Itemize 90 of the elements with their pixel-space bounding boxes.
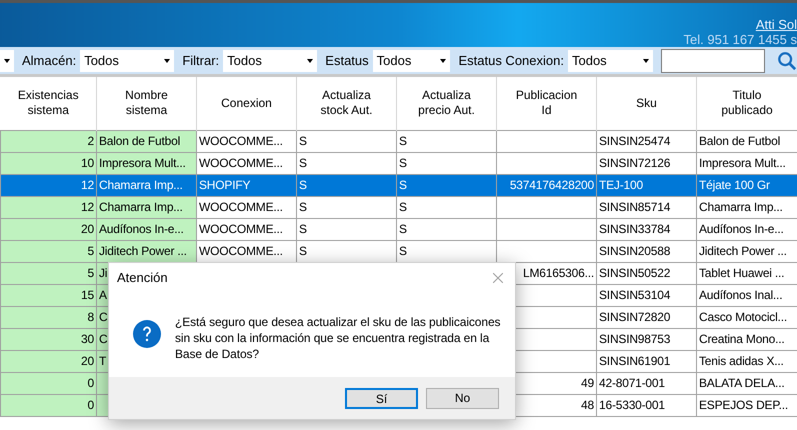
column-header[interactable]: Nombre sistema — [96, 77, 196, 130]
table-row[interactable]: 12 Chamarra Imp... SHOPIFY S S 5374176428200 TEJ-100 Téjate 100 Gr — [0, 174, 797, 196]
table-cell: Chamarra Imp... — [96, 196, 196, 218]
table-cell: S — [396, 152, 496, 174]
column-header[interactable]: Actualiza stock Aut. — [296, 77, 396, 130]
table-cell: 10 — [0, 152, 96, 174]
table-cell: Téjate 100 Gr — [696, 174, 797, 196]
caret-icon — [307, 58, 314, 62]
caret-icon — [4, 58, 10, 62]
dropdown[interactable]: Todos — [568, 50, 654, 72]
table-cell: 5 — [0, 262, 96, 284]
table-cell: Balon de Futbol — [696, 130, 797, 152]
table-cell: S — [396, 174, 496, 196]
table-cell: 20 — [0, 350, 96, 372]
filter-label: Estatus Conexion: — [458, 52, 564, 70]
column-header[interactable]: Conexion — [196, 77, 296, 130]
table-cell: 5374176428200 — [496, 174, 596, 196]
table-cell: Balon de Futbol — [96, 130, 196, 152]
dropdown-value: Todos — [84, 52, 119, 70]
table-cell: TEJ-100 — [596, 174, 696, 196]
table-row[interactable]: 12 Chamarra Imp... WOOCOMME... S S SINSIN85714 Chamarra Imp... — [0, 196, 797, 218]
table-cell: WOOCOMME... — [196, 218, 296, 240]
column-header[interactable]: Existencias sistema — [0, 77, 96, 130]
company-link[interactable]: Atti Sol — [756, 17, 797, 32]
column-header[interactable]: Actualiza precio Aut. — [396, 77, 496, 130]
table-cell: S — [296, 130, 396, 152]
table-cell: SINSIN50522 — [596, 262, 696, 284]
table-cell: SHOPIFY — [196, 174, 296, 196]
table-cell: Chamarra Imp... — [96, 174, 196, 196]
filter-label: Estatus — [325, 52, 369, 70]
table-cell: 8 — [0, 306, 96, 328]
dropdown-value: Todos — [227, 52, 262, 70]
table-cell: 30 — [0, 328, 96, 350]
dialog-button[interactable]: Sí — [345, 388, 418, 408]
question-icon — [133, 320, 161, 348]
filter-label: Filtrar: — [182, 52, 220, 70]
filter-label: Almacén: — [22, 52, 76, 70]
dropdown[interactable]: Todos — [223, 50, 318, 72]
caret-icon — [643, 58, 650, 62]
table-cell: S — [396, 196, 496, 218]
table-cell: WOOCOMME... — [196, 196, 296, 218]
table-cell: 12 — [0, 174, 96, 196]
table-cell: 20 — [0, 218, 96, 240]
table-cell: S — [296, 196, 396, 218]
table-cell: Impresora Mult... — [96, 152, 196, 174]
table-row[interactable]: 5 Jiditech Power ... WOOCOMME... S S SINSIN20588 Jiditech Power ... — [0, 240, 797, 262]
dropdown-value: Todos — [572, 52, 607, 70]
table-cell: SINSIN20588 — [596, 240, 696, 262]
table-cell: 0 — [0, 372, 96, 394]
table-cell: S — [396, 218, 496, 240]
caret-icon — [440, 58, 446, 62]
table-cell: SINSIN25474 — [596, 130, 696, 152]
table-cell: Audífonos In-e... — [96, 218, 196, 240]
dialog-button[interactable]: No — [426, 388, 499, 408]
phone-text: Tel. 951 167 1455 s — [684, 32, 797, 47]
column-header[interactable]: Publicacion Id — [496, 77, 596, 130]
column-header[interactable]: Sku — [596, 77, 696, 130]
table-row[interactable]: 10 Impresora Mult... WOOCOMME... S S SINSIN72126 Impresora Mult... — [0, 152, 797, 174]
table-row[interactable]: 2 Balon de Futbol WOOCOMME... S S SINSIN25474 Balon de Futbol — [0, 130, 797, 152]
table-cell: 0 — [0, 394, 96, 416]
table-cell: 2 — [0, 130, 96, 152]
table-cell: SINSIN33784 — [596, 218, 696, 240]
column-header[interactable]: Titulo publicado — [696, 77, 797, 130]
table-cell: Jiditech Power ... — [96, 240, 196, 262]
close-icon[interactable] — [493, 273, 503, 283]
table-cell: S — [296, 152, 396, 174]
table-cell: SINSIN72820 — [596, 306, 696, 328]
table-cell: SINSIN98753 — [596, 328, 696, 350]
table-cell: S — [296, 218, 396, 240]
dropdown[interactable]: Todos — [372, 50, 450, 72]
table-cell: WOOCOMME... — [196, 130, 296, 152]
table-cell: S — [296, 174, 396, 196]
search-field[interactable] — [661, 48, 766, 72]
table-cell: 5 — [0, 240, 96, 262]
dropdown[interactable] — [0, 50, 14, 72]
table-cell: 12 — [0, 196, 96, 218]
table-cell: SINSIN72126 — [596, 152, 696, 174]
table-cell: 15 — [0, 284, 96, 306]
search-icon[interactable] — [777, 50, 797, 72]
table-cell: SINSIN85714 — [596, 196, 696, 218]
table-cell: 42-8071-001 — [596, 372, 696, 394]
table-cell: SINSIN53104 — [596, 284, 696, 306]
table-cell: S — [396, 130, 496, 152]
dropdown-value: Todos — [376, 52, 412, 70]
table-row[interactable]: 20 Audífonos In-e... WOOCOMME... S S SINSIN33784 Audífonos In-e... — [0, 218, 797, 240]
caret-icon — [164, 58, 170, 62]
table-cell: SINSIN61901 — [596, 350, 696, 372]
table-cell: 16-5330-001 — [596, 394, 696, 416]
dropdown[interactable]: Todos — [80, 50, 174, 72]
table-cell: WOOCOMME... — [196, 152, 296, 174]
